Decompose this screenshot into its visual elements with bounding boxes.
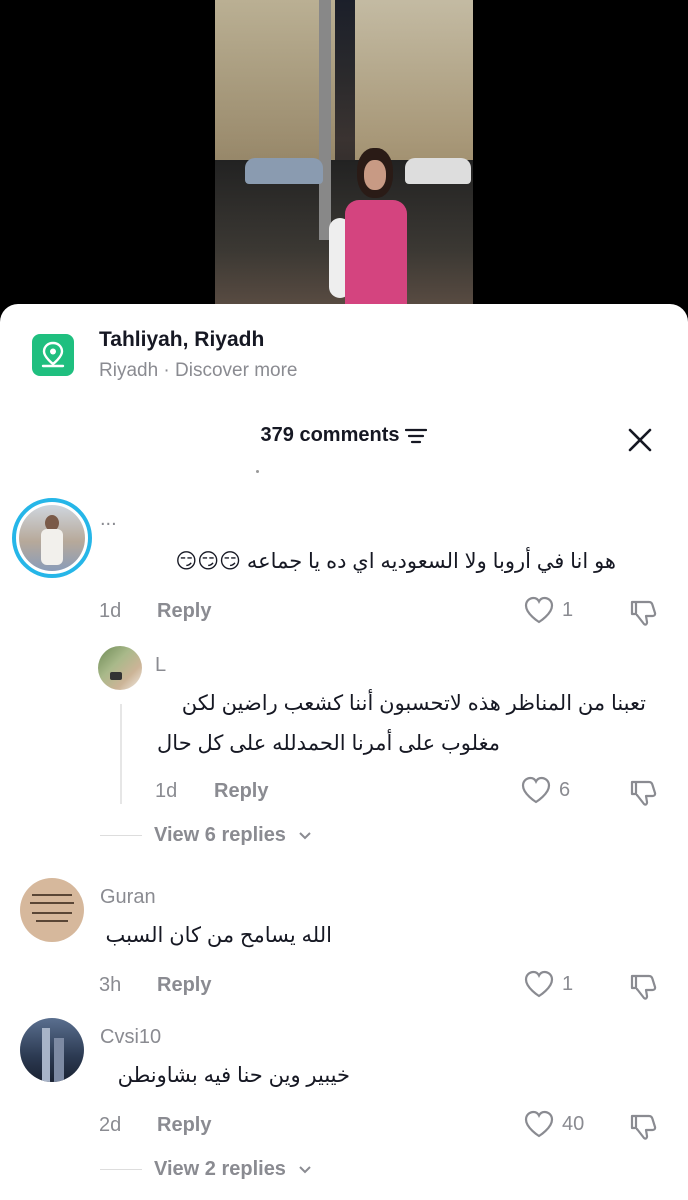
reply-text-line1: تعبنا من المناظر هذه لاتحسبون أننا كشعب …	[181, 692, 646, 715]
comment-username[interactable]: Cvsi10	[100, 1026, 161, 1049]
divider-line	[100, 835, 142, 836]
view-replies-label: View 2 replies	[154, 1158, 286, 1180]
video-player[interactable]	[215, 0, 473, 310]
thumbs-down-icon[interactable]	[628, 972, 658, 1002]
building-right	[355, 0, 473, 170]
like-button[interactable]: 6	[521, 776, 570, 804]
comments-header: 379 comments	[0, 424, 688, 458]
reply-button[interactable]: Reply	[157, 974, 211, 997]
reply-time: 1d	[155, 780, 178, 802]
heart-outline-icon	[524, 970, 554, 998]
comment-text: هو انا في أروبا ولا السعوديه اي ده يا جم…	[175, 550, 616, 573]
heart-outline-icon	[524, 1110, 554, 1138]
like-count: 40	[562, 1112, 585, 1135]
location-title[interactable]: Tahliyah, Riyadh	[99, 328, 264, 352]
chevron-down-icon	[299, 1165, 311, 1173]
comment-time: 1d	[99, 600, 122, 622]
comments-sheet: Tahliyah, Riyadh Riyadh · Discover more …	[0, 304, 688, 1200]
location-subtitle[interactable]: Riyadh · Discover more	[99, 360, 298, 382]
sort-lines-icon	[405, 428, 428, 443]
reply-button[interactable]: Reply	[157, 600, 211, 623]
comment-username[interactable]: ...	[100, 508, 117, 531]
building-left	[215, 0, 335, 160]
thumbs-down-icon[interactable]	[628, 1112, 658, 1142]
comment-username[interactable]: Guran	[100, 886, 156, 909]
reply-button[interactable]: Reply	[157, 1114, 211, 1137]
reply-username[interactable]: L	[155, 654, 166, 677]
like-count: 6	[559, 778, 571, 801]
comment-text: الله يسامح من كان السبب	[105, 924, 332, 947]
thumbs-down-icon[interactable]	[628, 778, 658, 808]
video-person	[329, 148, 423, 310]
reply-button[interactable]: Reply	[214, 780, 268, 803]
heart-outline-icon	[521, 776, 551, 804]
street-pole	[319, 0, 331, 240]
comments-count-label: 379 comments	[260, 424, 400, 446]
comment-text: خيبير وين حنا فيه بشاونطن	[117, 1064, 350, 1087]
divider-dot	[256, 470, 259, 473]
like-button[interactable]: 1	[524, 970, 573, 998]
thumbs-down-icon[interactable]	[628, 598, 658, 628]
location-row[interactable]: Tahliyah, Riyadh Riyadh · Discover more	[32, 328, 632, 388]
map-pin-icon	[32, 334, 74, 376]
heart-outline-icon	[524, 596, 554, 624]
car	[245, 158, 323, 184]
close-icon[interactable]	[626, 426, 654, 454]
comments-count[interactable]: 379 comments	[261, 424, 428, 447]
chevron-down-icon	[299, 831, 311, 839]
view-replies-button[interactable]: View 2 replies	[100, 1158, 312, 1181]
like-button[interactable]: 40	[524, 1110, 584, 1138]
like-count: 1	[562, 972, 574, 995]
comment-time: 3h	[99, 974, 122, 996]
thread-line	[120, 704, 122, 804]
view-replies-button[interactable]: View 6 replies	[100, 824, 312, 847]
view-replies-label: View 6 replies	[154, 824, 286, 846]
comment-time: 2d	[99, 1114, 122, 1136]
reply-text-line2: مغلوب على أمرنا الحمدلله على كل حال	[157, 732, 500, 755]
avatar[interactable]	[98, 646, 142, 690]
divider-line	[100, 1169, 142, 1170]
like-button[interactable]: 1	[524, 596, 573, 624]
like-count: 1	[562, 598, 574, 621]
